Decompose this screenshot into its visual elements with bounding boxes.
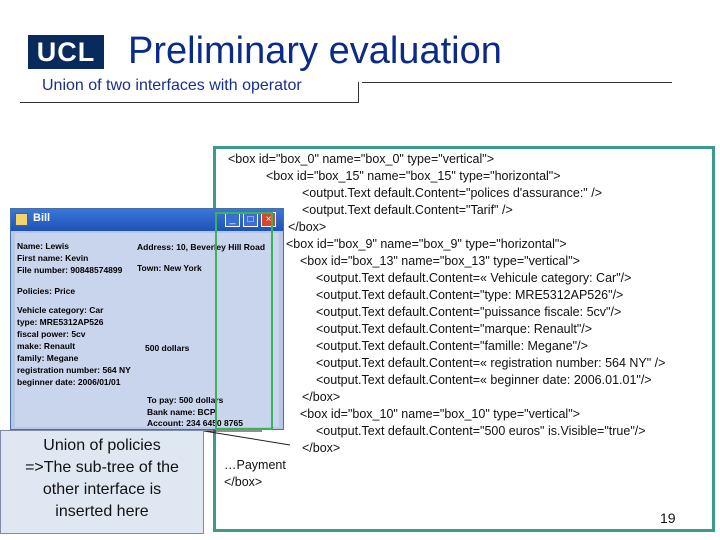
callout-line: other interface is — [42, 481, 162, 498]
callout-line: inserted here — [55, 503, 149, 520]
callout-line: Union of policies — [43, 437, 161, 454]
callout-box: Union of policies =>The sub-tree of the … — [0, 430, 204, 534]
page-number: 19 — [660, 510, 676, 526]
callout-line: =>The sub-tree of the — [25, 459, 179, 476]
